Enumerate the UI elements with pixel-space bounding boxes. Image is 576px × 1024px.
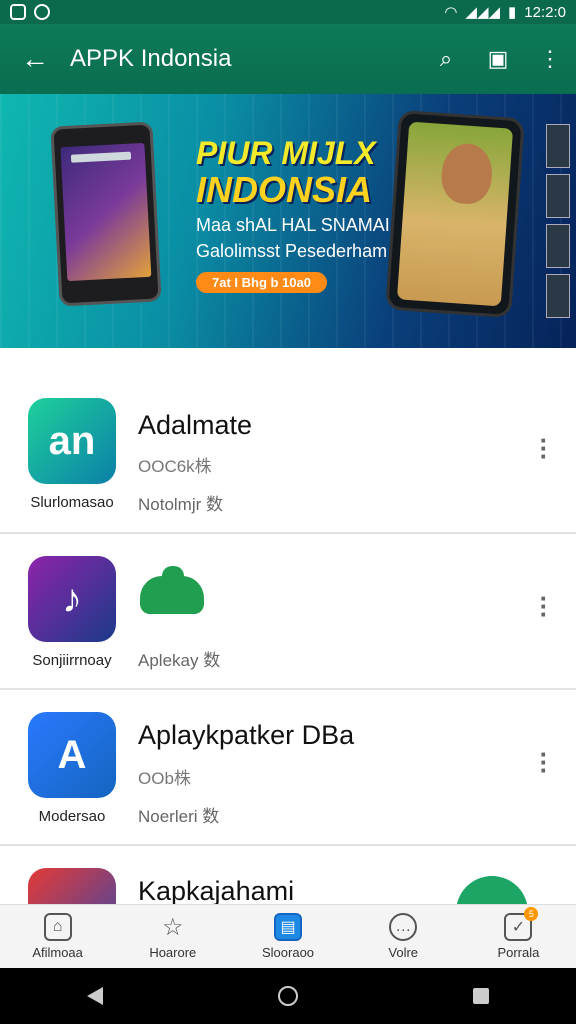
- app-size: OOC6k株: [138, 457, 212, 476]
- banner-subtitle-2: Galolimsst Pesederham: [196, 241, 388, 261]
- app-meta: Noerleri 数: [138, 807, 220, 826]
- more-options-icon[interactable]: · · ·: [534, 741, 554, 783]
- list-item[interactable]: A Modersao Aplaykpatker DBa OOb株 Noerler…: [0, 690, 576, 846]
- notification-badge: 5: [524, 907, 539, 921]
- nav-label: Porrala: [497, 945, 540, 960]
- app-icon: ♪: [28, 556, 116, 642]
- person-phone-illustration: [385, 109, 525, 319]
- more-options-icon[interactable]: · · ·: [534, 585, 554, 627]
- app-bar: ← APPK Indonsia ⌕ ▣ ⋮: [0, 24, 576, 94]
- nav-label: Volre: [388, 945, 419, 960]
- app-caption: Modersao: [38, 808, 106, 825]
- app-meta: Notolmjr 数: [138, 495, 224, 514]
- notification-icon: [10, 4, 26, 20]
- more-options-icon[interactable]: ⋮: [524, 24, 576, 94]
- nav-home[interactable]: ⌂ Afilmoaa: [0, 905, 115, 968]
- wifi-icon: ◠: [444, 4, 458, 21]
- back-arrow-icon[interactable]: ←: [0, 24, 70, 94]
- store-icon: ▤: [274, 913, 302, 941]
- page-title: APPK Indonsia: [70, 45, 232, 72]
- nav-chat[interactable]: … Volre: [346, 905, 461, 968]
- app-icon: an: [28, 398, 116, 484]
- thumbnail-strip: [546, 124, 570, 318]
- battery-icon: ▮: [508, 4, 517, 21]
- more-options-icon[interactable]: · · ·: [534, 427, 554, 469]
- record-icon: [34, 4, 50, 20]
- home-icon: ⌂: [43, 913, 72, 941]
- chat-icon: …: [389, 913, 418, 941]
- nav-profile[interactable]: ✓ 5 Porrala: [461, 905, 576, 968]
- banner-title-2: INDONSIA: [196, 169, 373, 210]
- star-icon: ☆: [162, 913, 184, 941]
- app-name: Kapkajahami: [138, 876, 295, 906]
- list-item[interactable]: ♪ Sonjiirrnoay Aplekay 数 · · ·: [0, 534, 576, 690]
- clock-text: 12:2:0: [524, 3, 566, 21]
- app-caption: Slurlomasao: [30, 494, 114, 511]
- system-navigation-bar: [0, 968, 576, 1024]
- promo-banner[interactable]: PIUR MIJLX INDONSIA Maa shAL HAL SNAMAI …: [0, 94, 576, 348]
- banner-cta-button[interactable]: 7at I Bhg b 10a0: [196, 272, 327, 293]
- app-icon: A: [28, 712, 116, 798]
- app-caption: Sonjiirrnoay: [32, 652, 112, 669]
- system-recents-icon[interactable]: [472, 988, 489, 1004]
- nav-label: Hoarore: [149, 945, 197, 960]
- nav-favorites[interactable]: ☆ Hoarore: [115, 905, 230, 968]
- nav-store[interactable]: ▤ Slooraoo: [230, 905, 345, 968]
- phone-illustration: [50, 121, 162, 307]
- status-bar: ◠ ◢◢◢ ▮ 12:2:0: [0, 0, 576, 24]
- search-icon[interactable]: ⌕: [420, 24, 472, 94]
- app-meta: Aplekay 数: [138, 651, 221, 670]
- system-home-icon[interactable]: [277, 986, 298, 1006]
- android-chat-icon: [140, 566, 204, 614]
- app-size: OOb株: [138, 769, 191, 788]
- app-name: Aplaykpatker DBa: [138, 720, 355, 750]
- nav-label: Afilmoaa: [32, 945, 83, 960]
- system-back-icon[interactable]: [87, 987, 104, 1005]
- profile-icon: ✓ 5: [504, 907, 539, 941]
- nav-label: Slooraoo: [261, 945, 315, 960]
- bottom-navigation: ⌂ Afilmoaa ☆ Hoarore ▤ Slooraoo … Volre …: [0, 904, 576, 968]
- banner-subtitle: Maa shAL HAL SNAMAI: [196, 215, 390, 235]
- banner-title: PIUR MIJLX: [196, 135, 376, 171]
- list-item[interactable]: an Slurlomasao Adalmate OOC6k株 Notolmjr …: [0, 348, 576, 534]
- download-icon[interactable]: ▣: [472, 24, 524, 94]
- app-name: Adalmate: [138, 410, 253, 440]
- signal-icon: ◢◢◢: [465, 4, 501, 21]
